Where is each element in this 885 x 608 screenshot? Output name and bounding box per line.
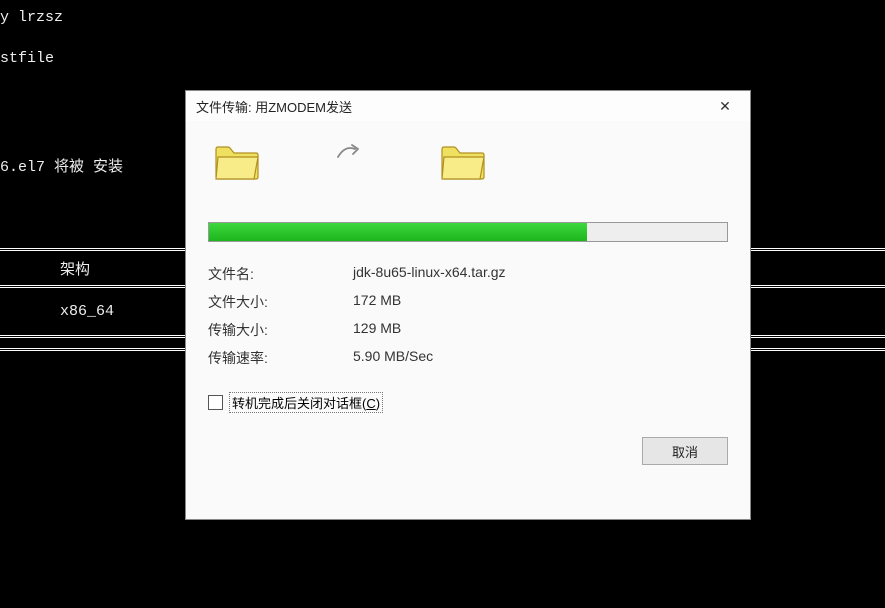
info-row-speed: 传输速率: 5.90 MB/Sec: [208, 344, 728, 372]
folder-icons-row: [186, 121, 750, 194]
value-transfersize: 129 MB: [353, 320, 728, 340]
value-filesize: 172 MB: [353, 292, 728, 312]
value-speed: 5.90 MB/Sec: [353, 348, 728, 368]
close-button[interactable]: ✕: [710, 93, 740, 119]
close-icon: ✕: [719, 98, 731, 115]
transfer-arrow-icon: [330, 137, 370, 167]
label-speed: 传输速率:: [208, 348, 353, 368]
info-row-filename: 文件名: jdk-8u65-linux-x64.tar.gz: [208, 260, 728, 288]
file-transfer-dialog: 文件传输: 用ZMODEM发送 ✕ 文件名: j: [185, 90, 751, 520]
cancel-button[interactable]: 取消: [642, 437, 728, 465]
checkbox-icon[interactable]: [208, 395, 223, 410]
column-header-arch: 架构: [0, 258, 180, 279]
label-transfersize: 传输大小:: [208, 320, 353, 340]
info-row-filesize: 文件大小: 172 MB: [208, 288, 728, 316]
dialog-titlebar: 文件传输: 用ZMODEM发送 ✕: [186, 91, 750, 121]
close-on-complete-option[interactable]: 转机完成后关闭对话框(C): [208, 392, 728, 413]
destination-folder-icon: [440, 143, 486, 184]
dialog-title: 文件传输: 用ZMODEM发送: [196, 97, 352, 116]
progress-bar: [208, 222, 728, 242]
checkbox-label: 转机完成后关闭对话框(C): [229, 392, 383, 413]
label-filename: 文件名:: [208, 264, 353, 284]
cell-arch: x86_64: [0, 303, 180, 320]
info-row-transfersize: 传输大小: 129 MB: [208, 316, 728, 344]
progress-fill: [209, 223, 587, 241]
source-folder-icon: [214, 143, 260, 184]
terminal-line: y lrzsz: [0, 9, 885, 26]
value-filename: jdk-8u65-linux-x64.tar.gz: [353, 264, 728, 284]
label-filesize: 文件大小:: [208, 292, 353, 312]
dialog-buttons: 取消: [186, 433, 750, 469]
terminal-line: stfile: [0, 50, 885, 67]
transfer-info: 文件名: jdk-8u65-linux-x64.tar.gz 文件大小: 172…: [208, 260, 728, 372]
